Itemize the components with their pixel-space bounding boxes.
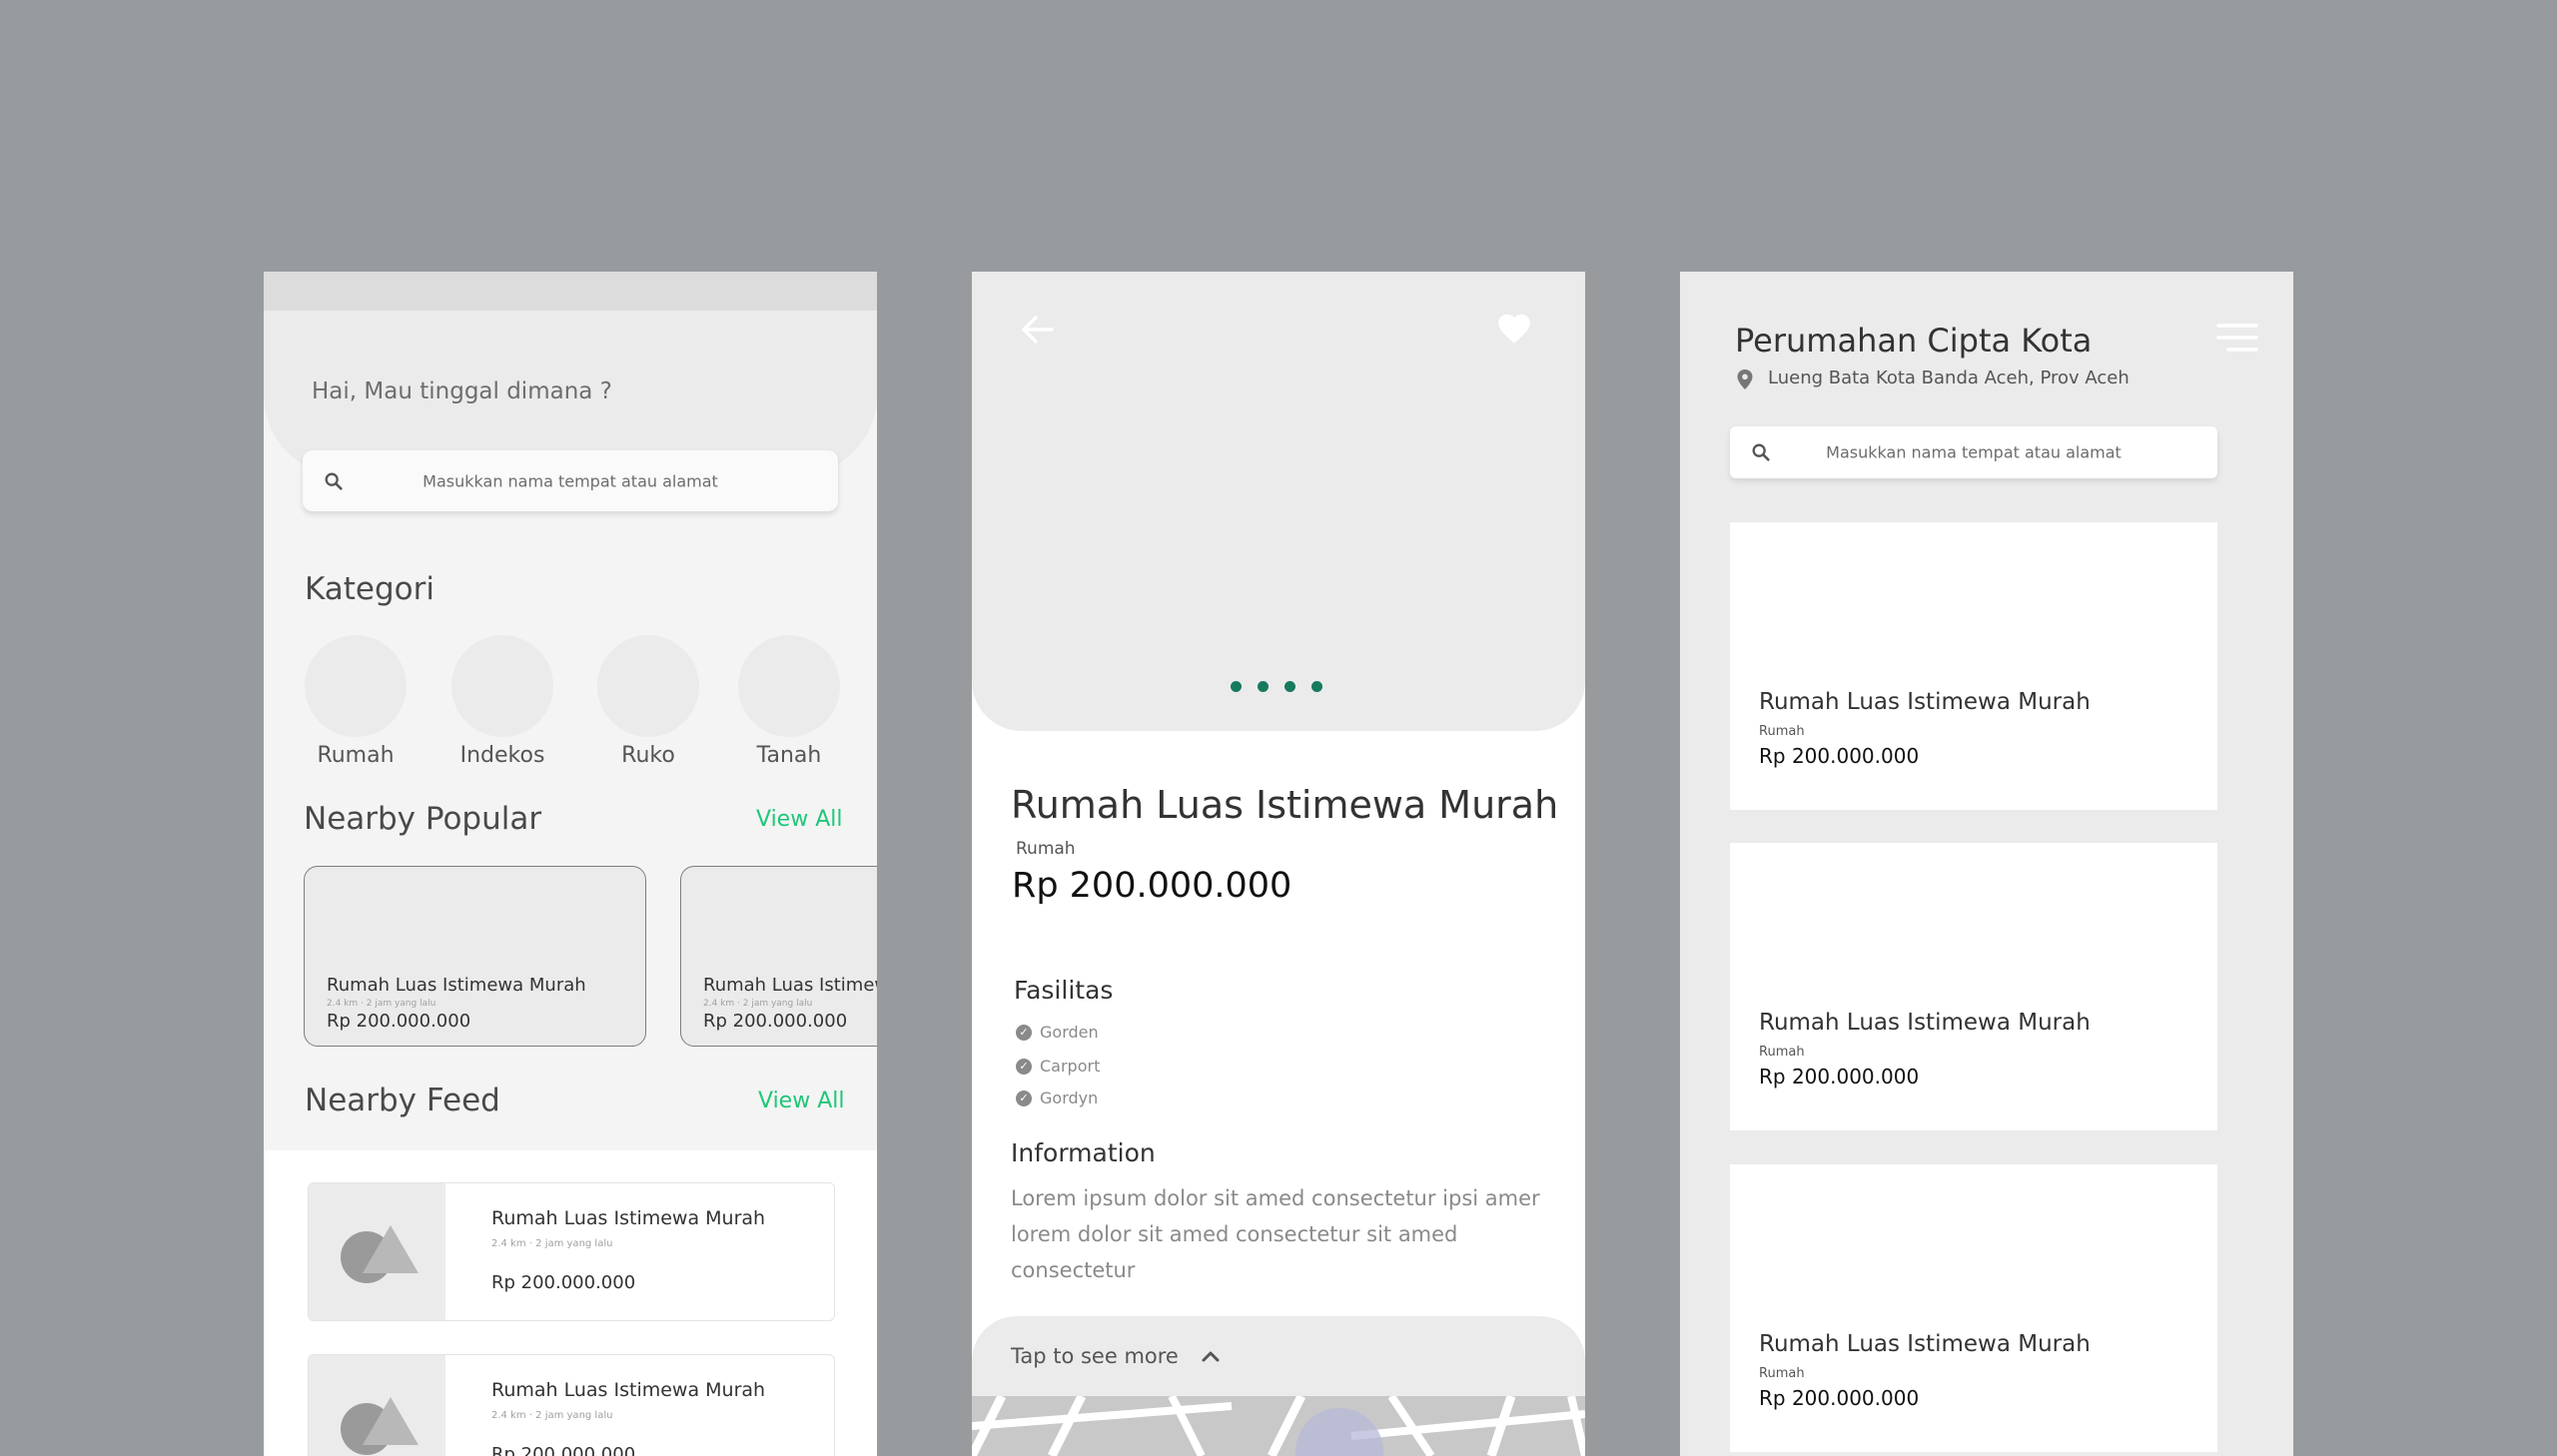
card-price: Rp 200.000.000	[327, 1011, 471, 1032]
feed-card[interactable]: Rumah Luas Istimewa Murah 2.4 km · 2 jam…	[308, 1182, 835, 1321]
page-title: Perumahan Cipta Kota	[1735, 322, 2093, 360]
fasilitas-title: Fasilitas	[1014, 976, 1114, 1005]
property-price: Rp 200.000.000	[1012, 866, 1292, 906]
address-text: Lueng Bata Kota Banda Aceh, Prov Aceh	[1768, 367, 2130, 388]
card-title: Rumah Luas Istimewa Murah	[491, 1207, 766, 1229]
card-price: Rp 200.000.000	[1759, 1065, 1920, 1089]
category-label: Tanah	[756, 743, 822, 768]
pagination-dot[interactable]	[1311, 681, 1322, 692]
map-preview[interactable]	[972, 1396, 1585, 1456]
property-title: Rumah Luas Istimewa Murah	[1011, 783, 1559, 827]
listing-screen: Perumahan Cipta Kota Lueng Bata Kota Ban…	[1680, 272, 2293, 1456]
card-price: Rp 200.000.000	[491, 1272, 636, 1293]
search-placeholder: Masukkan nama tempat atau alamat	[423, 471, 718, 490]
card-price: Rp 200.000.000	[1759, 1386, 1920, 1410]
card-meta: 2.4 km · 2 jam yang lalu	[703, 999, 813, 1009]
card-title: Rumah Luas Istimewa Murah	[1759, 1010, 2091, 1036]
card-meta: 2.4 km · 2 jam yang lalu	[327, 999, 436, 1009]
nearby-feed-title: Nearby Feed	[305, 1083, 500, 1118]
feed-card[interactable]: Rumah Luas Istimewa Murah 2.4 km · 2 jam…	[308, 1354, 835, 1456]
pagination-dot[interactable]	[1284, 681, 1295, 692]
card-meta: 2.4 km · 2 jam yang lalu	[491, 1238, 613, 1249]
facility-label: Carport	[1040, 1057, 1101, 1076]
location-pin-icon	[1737, 369, 1753, 389]
facility-item: ✓ Gorden	[1016, 1023, 1099, 1042]
check-icon: ✓	[1016, 1024, 1032, 1041]
status-bar	[264, 272, 877, 311]
card-type: Rumah	[1759, 1366, 1805, 1381]
facility-item: ✓ Gordyn	[1016, 1089, 1098, 1107]
category-rumah[interactable]: Rumah	[305, 635, 407, 768]
category-icon	[305, 635, 407, 737]
popular-card[interactable]: Rumah Luas Istimewa Murah 2.4 km · 2 jam…	[304, 866, 646, 1047]
pagination-dot[interactable]	[1231, 681, 1242, 692]
nearby-popular-title: Nearby Popular	[304, 801, 542, 837]
card-price: Rp 200.000.000	[491, 1444, 636, 1456]
check-icon: ✓	[1016, 1058, 1032, 1075]
feed-view-all-link[interactable]: View All	[758, 1089, 844, 1113]
property-type: Rumah	[1016, 839, 1076, 859]
card-title: Rumah Luas Istimewa Murah	[1759, 1331, 2091, 1357]
chevron-up-icon	[1202, 1351, 1220, 1362]
search-input[interactable]: Masukkan nama tempat atau alamat	[303, 450, 838, 511]
card-title: Rumah Luas Istimewa Murah	[1759, 689, 2091, 715]
search-input[interactable]: Masukkan nama tempat atau alamat	[1730, 426, 2217, 478]
category-label: Indekos	[459, 743, 545, 768]
popular-card[interactable]: Rumah Luas Istimewa Murah 2.4 km · 2 jam…	[680, 866, 877, 1047]
category-icon	[451, 635, 553, 737]
category-tanah[interactable]: Tanah	[738, 635, 840, 768]
card-meta: 2.4 km · 2 jam yang lalu	[491, 1410, 613, 1421]
information-title: Information	[1011, 1138, 1156, 1167]
listing-card[interactable]: Rumah Luas Istimewa Murah Rumah Rp 200.0…	[1730, 1164, 2217, 1452]
popular-view-all-link[interactable]: View All	[756, 807, 842, 832]
search-placeholder: Masukkan nama tempat atau alamat	[1826, 442, 2122, 462]
card-thumbnail	[309, 1355, 445, 1456]
category-label: Ruko	[621, 743, 675, 768]
facility-item: ✓ Carport	[1016, 1057, 1100, 1076]
card-thumbnail	[309, 1183, 445, 1320]
image-placeholder-icon	[341, 1225, 419, 1283]
pagination-dot[interactable]	[1258, 681, 1269, 692]
listing-card[interactable]: Rumah Luas Istimewa Murah Rumah Rp 200.0…	[1730, 522, 2217, 810]
heart-icon[interactable]	[1495, 310, 1533, 346]
home-screen: Hai, Mau tinggal dimana ? Masukkan nama …	[264, 272, 877, 1456]
gallery-pagination	[1231, 681, 1322, 692]
card-title: Rumah Luas Istimewa Murah	[491, 1379, 766, 1401]
category-icon	[597, 635, 699, 737]
card-price: Rp 200.000.000	[1759, 744, 1920, 768]
card-title: Rumah Luas Istimewa Murah	[327, 975, 586, 996]
card-type: Rumah	[1759, 1045, 1805, 1060]
category-indekos[interactable]: Indekos	[451, 635, 553, 768]
card-price: Rp 200.000.000	[703, 1011, 848, 1032]
listing-card[interactable]: Rumah Luas Istimewa Murah Rumah Rp 200.0…	[1730, 843, 2217, 1130]
facility-label: Gorden	[1040, 1023, 1099, 1042]
information-text: Lorem ipsum dolor sit amed consectetur i…	[1011, 1186, 1540, 1282]
greeting-text: Hai, Mau tinggal dimana ?	[312, 378, 612, 404]
category-ruko[interactable]: Ruko	[597, 635, 699, 768]
menu-icon[interactable]	[2216, 322, 2258, 354]
category-icon	[738, 635, 840, 737]
detail-screen: Rumah Luas Istimewa Murah Rumah Rp 200.0…	[972, 272, 1585, 1456]
image-gallery[interactable]	[972, 272, 1585, 731]
card-title: Rumah Luas Istimewa Murah	[703, 975, 877, 996]
back-arrow-icon[interactable]	[1018, 310, 1058, 350]
see-more-bar[interactable]: Tap to see more	[972, 1316, 1585, 1396]
facility-label: Gordyn	[1040, 1089, 1099, 1107]
category-label: Rumah	[317, 743, 395, 768]
see-more-label: Tap to see more	[1011, 1344, 1179, 1368]
check-icon: ✓	[1016, 1090, 1032, 1106]
map-roads	[972, 1396, 1585, 1456]
image-placeholder-icon	[341, 1397, 419, 1455]
card-type: Rumah	[1759, 724, 1805, 739]
kategori-title: Kategori	[305, 571, 435, 607]
